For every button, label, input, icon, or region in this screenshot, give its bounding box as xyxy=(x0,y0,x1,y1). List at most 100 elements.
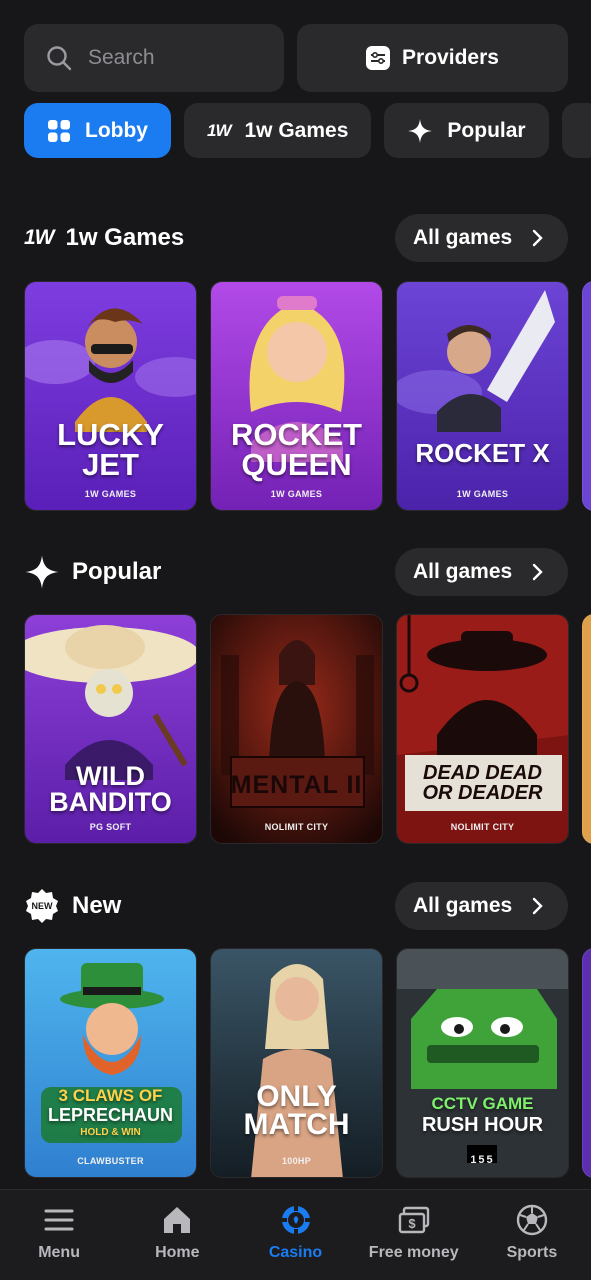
game-card-rocket-x[interactable]: ROCKET X 1W GAMES xyxy=(396,281,569,511)
section-title: New xyxy=(72,892,122,919)
game-card-peek[interactable] xyxy=(582,281,591,511)
tab-lobby[interactable]: Lobby xyxy=(24,103,171,158)
nav-label: Casino xyxy=(268,1244,323,1261)
menu-icon xyxy=(44,1209,74,1231)
providers-label: Providers xyxy=(402,46,499,69)
chevron-right-icon xyxy=(533,229,543,247)
nav-label: Free money xyxy=(368,1244,459,1261)
money-icon: $ xyxy=(398,1206,429,1234)
game-card-rocket-queen[interactable]: ROCKET QUEEN 1W GAMES xyxy=(210,281,383,511)
game-card-cctv-rush-hour[interactable]: CCTV GAME RUSH HOUR 155 xyxy=(396,948,569,1178)
game-card-3-claws-of-leprechaun[interactable]: 3 CLAWS OF LEPRECHAUN HOLD & WIN CLAWBUS… xyxy=(24,948,197,1178)
game-card-mental-2[interactable]: MENTAL II NOLIMIT CITY xyxy=(210,614,383,844)
tab-more[interactable] xyxy=(561,103,591,158)
svg-text:NEW: NEW xyxy=(32,901,54,911)
game-card-wild-bandito[interactable]: WILD BANDITO PG SOFT xyxy=(24,614,197,844)
game-title: MENTAL II xyxy=(230,771,363,799)
chevron-right-icon xyxy=(533,897,543,915)
game-provider: 100HP xyxy=(281,1156,312,1166)
1w-logo-icon: 1W xyxy=(24,226,54,249)
game-provider: 1W GAMES xyxy=(84,489,137,499)
search-box[interactable] xyxy=(24,24,284,92)
search-icon xyxy=(47,46,72,71)
game-title: LEPRECHAUN xyxy=(47,1105,173,1125)
all-games-button[interactable]: All games xyxy=(395,882,568,930)
game-card-lucky-jet[interactable]: LUCKY JET 1W GAMES xyxy=(24,281,197,511)
1w-logo-icon: 1W xyxy=(207,120,231,140)
game-provider: NOLIMIT CITY xyxy=(264,822,329,832)
soccer-ball-icon xyxy=(516,1204,548,1236)
all-games-button[interactable]: All games xyxy=(395,214,568,262)
category-tabs: Lobby 1W 1w Games Popular xyxy=(24,103,591,158)
all-games-label: All games xyxy=(413,894,513,917)
game-card-dead-dead-or-deader[interactable]: DEAD DEAD OR DEADER NOLIMIT CITY xyxy=(396,614,569,844)
game-title: OR DEADER xyxy=(422,782,543,804)
tab-label: Popular xyxy=(447,118,526,142)
game-provider: 1W GAMES xyxy=(456,489,509,499)
game-title: MATCH xyxy=(243,1108,350,1141)
game-title: RUSH HOUR xyxy=(421,1114,544,1136)
game-provider: 155 xyxy=(470,1154,495,1166)
game-title: ROCKET X xyxy=(415,438,550,468)
top-bar: Providers xyxy=(24,24,568,92)
grid-icon xyxy=(48,119,70,142)
tab-label: 1w Games xyxy=(244,118,349,142)
section-header-popular: Popular All games xyxy=(24,548,568,596)
section-title: Popular xyxy=(72,558,162,585)
section-header-1w-games: 1W 1w Games All games xyxy=(24,214,568,262)
game-card-peek[interactable] xyxy=(582,614,591,844)
section-title: 1w Games xyxy=(65,224,185,251)
game-title: BANDITO xyxy=(49,787,172,817)
game-card-peek[interactable] xyxy=(582,948,591,1178)
game-title: WILD xyxy=(76,761,145,791)
game-art xyxy=(397,949,568,1177)
svg-text:$: $ xyxy=(408,1216,416,1231)
game-title: JET xyxy=(82,447,139,482)
tab-label: Lobby xyxy=(85,118,148,142)
all-games-label: All games xyxy=(413,560,513,583)
chevron-right-icon xyxy=(533,563,543,581)
games-row-new: 3 CLAWS OF LEPRECHAUN HOLD & WIN CLAWBUS… xyxy=(24,948,591,1178)
game-art xyxy=(397,615,568,843)
sparkle-icon xyxy=(408,118,433,143)
providers-button[interactable]: Providers xyxy=(297,24,568,92)
casino-chip-icon xyxy=(281,1206,310,1234)
new-badge-icon: NEW xyxy=(26,889,58,923)
nav-home[interactable]: Home xyxy=(118,1190,236,1280)
game-title: ROCKET xyxy=(231,417,362,452)
game-subtitle: HOLD & WIN xyxy=(80,1127,141,1138)
nav-menu[interactable]: Menu xyxy=(0,1190,118,1280)
game-art xyxy=(211,949,382,1177)
game-provider: PG SOFT xyxy=(89,822,132,832)
search-input[interactable] xyxy=(88,46,238,70)
game-title: ONLY xyxy=(256,1080,337,1113)
section-header-new: NEW New All games xyxy=(24,882,568,930)
filter-icon xyxy=(366,46,391,70)
all-games-label: All games xyxy=(413,226,513,249)
game-provider: NOLIMIT CITY xyxy=(450,822,515,832)
tab-popular[interactable]: Popular xyxy=(384,103,549,158)
game-art xyxy=(211,615,382,843)
nav-free-money[interactable]: $ Free money xyxy=(355,1190,473,1280)
tab-1w-games[interactable]: 1W 1w Games xyxy=(184,103,372,158)
nav-casino[interactable]: Casino xyxy=(236,1190,354,1280)
game-provider: CLAWBUSTER xyxy=(77,1156,144,1166)
sparkle-icon xyxy=(25,555,59,589)
all-games-button[interactable]: All games xyxy=(395,548,568,596)
game-art xyxy=(397,282,568,510)
nav-label: Menu xyxy=(38,1244,80,1261)
game-art xyxy=(25,949,196,1177)
nav-sports[interactable]: Sports xyxy=(473,1190,591,1280)
games-row-popular: WILD BANDITO PG SOFT MENTAL II NOLIMIT C… xyxy=(24,614,591,844)
game-provider: 1W GAMES xyxy=(270,489,323,499)
game-title: LUCKY xyxy=(57,417,164,452)
home-icon xyxy=(164,1207,191,1233)
game-title: CCTV GAME xyxy=(431,1094,534,1113)
game-title: QUEEN xyxy=(241,447,352,482)
game-title: 3 CLAWS OF xyxy=(58,1086,163,1105)
nav-label: Sports xyxy=(506,1244,558,1261)
games-row-1w: LUCKY JET 1W GAMES ROCKET QUEEN 1W GAMES… xyxy=(24,281,591,511)
bottom-nav: Menu Home Casino $ Free money Sports xyxy=(0,1189,591,1280)
game-title: DEAD DEAD xyxy=(423,762,542,784)
game-card-only-match[interactable]: ONLY MATCH 100HP xyxy=(210,948,383,1178)
